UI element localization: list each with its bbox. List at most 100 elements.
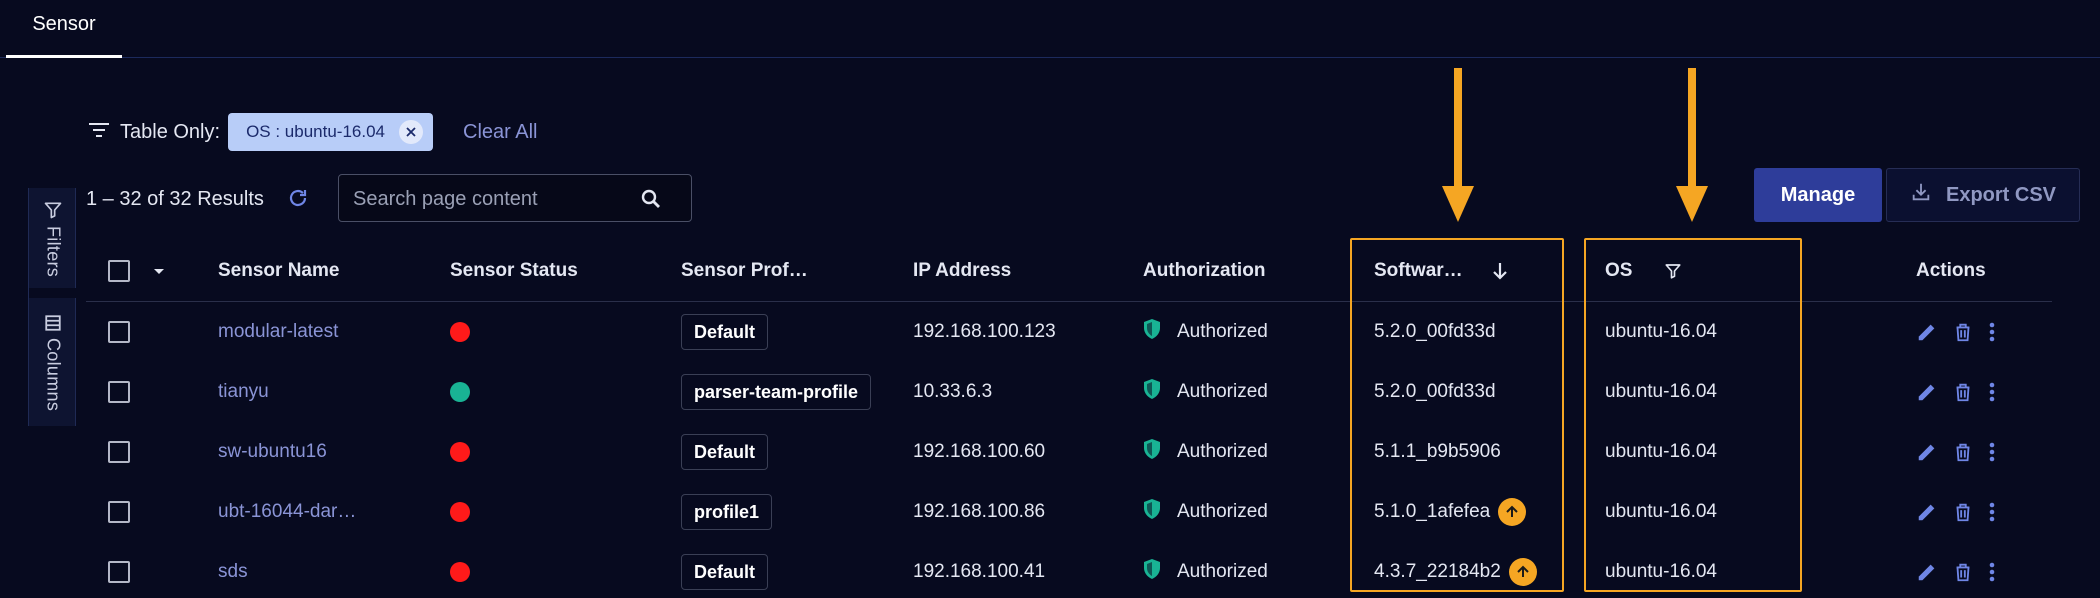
row-select[interactable] xyxy=(108,302,130,362)
profile-badge: Default xyxy=(681,314,769,350)
manage-button[interactable]: Manage xyxy=(1754,168,1882,222)
sensor-name-link[interactable]: sw-ubuntu16 xyxy=(218,441,327,463)
os-header-label: OS xyxy=(1605,260,1633,281)
columns-label: Columns xyxy=(43,338,64,412)
search-input[interactable] xyxy=(353,185,643,213)
more-vert-icon[interactable] xyxy=(1988,321,1996,343)
profile-badge: Default xyxy=(681,434,769,470)
software-version: 4.3.7_22184b2 xyxy=(1374,561,1501,582)
export-csv-label: Export CSV xyxy=(1945,183,2057,206)
clear-all-link[interactable]: Clear All xyxy=(463,121,537,144)
chevron-down-icon[interactable] xyxy=(138,266,166,276)
authorization-status: Authorized xyxy=(1177,321,1268,342)
chip-close-icon[interactable] xyxy=(399,120,423,144)
trash-icon[interactable] xyxy=(1952,320,1974,344)
refresh-icon[interactable] xyxy=(286,186,310,215)
column-header-sensor-name[interactable]: Sensor Name xyxy=(218,240,339,302)
status-dot xyxy=(450,562,470,582)
table-row: sds Default 192.168.100.41 Authorized 4.3.7_… xyxy=(86,542,2052,598)
select-all-checkbox[interactable] xyxy=(108,260,130,282)
filters-toggle[interactable]: Filters xyxy=(29,200,77,277)
table-row: ubt-16044-dar… profile1 192.168.100.86 Auth… xyxy=(86,482,2052,542)
more-vert-icon[interactable] xyxy=(1988,501,1996,523)
ip-address: 10.33.6.3 xyxy=(913,381,993,402)
columns-icon xyxy=(44,314,62,332)
row-checkbox[interactable] xyxy=(108,381,130,403)
status-dot xyxy=(450,382,470,402)
more-vert-icon[interactable] xyxy=(1988,441,1996,463)
edit-icon[interactable] xyxy=(1916,501,1938,523)
upgrade-icon[interactable] xyxy=(1508,558,1537,586)
row-select[interactable] xyxy=(108,362,130,422)
table-row: sw-ubuntu16 Default 192.168.100.60 Authoriz… xyxy=(86,422,2052,482)
status-dot xyxy=(450,442,470,462)
column-header-sensor-status[interactable]: Sensor Status xyxy=(450,240,578,302)
columns-toggle[interactable]: Columns xyxy=(29,314,77,411)
filter-lines-icon xyxy=(88,121,110,144)
column-header-ip-address[interactable]: IP Address xyxy=(913,240,1011,302)
column-header-os[interactable]: OS xyxy=(1605,240,1682,302)
arrow-down-icon xyxy=(1442,68,1474,222)
ip-address: 192.168.100.86 xyxy=(913,501,1046,522)
export-csv-button[interactable]: Export CSV xyxy=(1886,168,2080,222)
column-header-sensor-profile[interactable]: Sensor Prof… xyxy=(681,240,808,302)
shield-icon xyxy=(1143,318,1161,346)
table-row: modular-latest Default 192.168.100.123 Auth… xyxy=(86,302,2052,362)
trash-icon[interactable] xyxy=(1952,380,1974,404)
row-select[interactable] xyxy=(108,482,130,542)
row-checkbox[interactable] xyxy=(108,441,130,463)
upgrade-icon[interactable] xyxy=(1498,498,1527,526)
sensor-name-link[interactable]: tianyu xyxy=(218,381,269,403)
edit-icon[interactable] xyxy=(1916,381,1938,403)
row-checkbox[interactable] xyxy=(108,561,130,583)
sort-down-icon[interactable] xyxy=(1477,261,1509,281)
side-panel: Filters Columns xyxy=(28,188,77,426)
row-select[interactable] xyxy=(108,422,130,482)
sensor-name-link[interactable]: modular-latest xyxy=(218,321,338,343)
column-header-actions: Actions xyxy=(1916,260,1986,281)
shield-icon xyxy=(1143,438,1161,466)
software-version: 5.2.0_00fd33d xyxy=(1374,381,1496,402)
table-row: tianyu parser-team-profile 10.33.6.3 Author… xyxy=(86,362,2052,422)
trash-icon[interactable] xyxy=(1952,440,1974,464)
ip-address: 192.168.100.41 xyxy=(913,561,1046,582)
trash-icon[interactable] xyxy=(1952,500,1974,524)
os-value: ubuntu-16.04 xyxy=(1605,501,1717,522)
table-only-label: Table Only: xyxy=(120,120,221,143)
ip-address: 192.168.100.60 xyxy=(913,441,1046,462)
row-select[interactable] xyxy=(108,542,130,598)
tab-bar: Sensor xyxy=(0,0,2100,58)
arrow-down-icon xyxy=(1676,68,1708,222)
filters-label: Filters xyxy=(43,226,64,278)
active-filters-bar: Table Only: OS : ubuntu-16.04 Clear All xyxy=(88,112,537,152)
authorization-status: Authorized xyxy=(1177,441,1268,462)
download-icon xyxy=(1910,181,1946,209)
row-checkbox[interactable] xyxy=(108,321,130,343)
sensor-name-link[interactable]: ubt-16044-dar… xyxy=(218,501,356,523)
column-header-authorization[interactable]: Authorization xyxy=(1143,240,1265,302)
results-count: 1 – 32 of 32 Results xyxy=(86,187,264,210)
tab-sensor[interactable]: Sensor xyxy=(6,0,122,58)
trash-icon[interactable] xyxy=(1952,560,1974,584)
more-vert-icon[interactable] xyxy=(1988,381,1996,403)
search-icon[interactable] xyxy=(639,187,663,216)
shield-icon xyxy=(1143,378,1161,406)
authorization-status: Authorized xyxy=(1177,381,1268,402)
more-vert-icon[interactable] xyxy=(1988,561,1996,583)
row-checkbox[interactable] xyxy=(108,501,130,523)
software-version: 5.1.1_b9b5906 xyxy=(1374,441,1501,462)
edit-icon[interactable] xyxy=(1916,441,1938,463)
search-box xyxy=(338,174,692,222)
authorization-status: Authorized xyxy=(1177,561,1268,582)
os-value: ubuntu-16.04 xyxy=(1605,321,1717,342)
funnel-icon[interactable] xyxy=(1650,262,1682,280)
shield-icon xyxy=(1143,498,1161,526)
profile-badge: Default xyxy=(681,554,769,590)
column-header-software[interactable]: Softwar… xyxy=(1374,240,1509,302)
edit-icon[interactable] xyxy=(1916,561,1938,583)
software-version: 5.1.0_1afefea xyxy=(1374,501,1491,522)
select-all-control[interactable] xyxy=(108,240,166,302)
sensor-name-link[interactable]: sds xyxy=(218,561,248,583)
edit-icon[interactable] xyxy=(1916,321,1938,343)
table-header: Sensor Name Sensor Status Sensor Prof… I… xyxy=(86,240,2052,302)
